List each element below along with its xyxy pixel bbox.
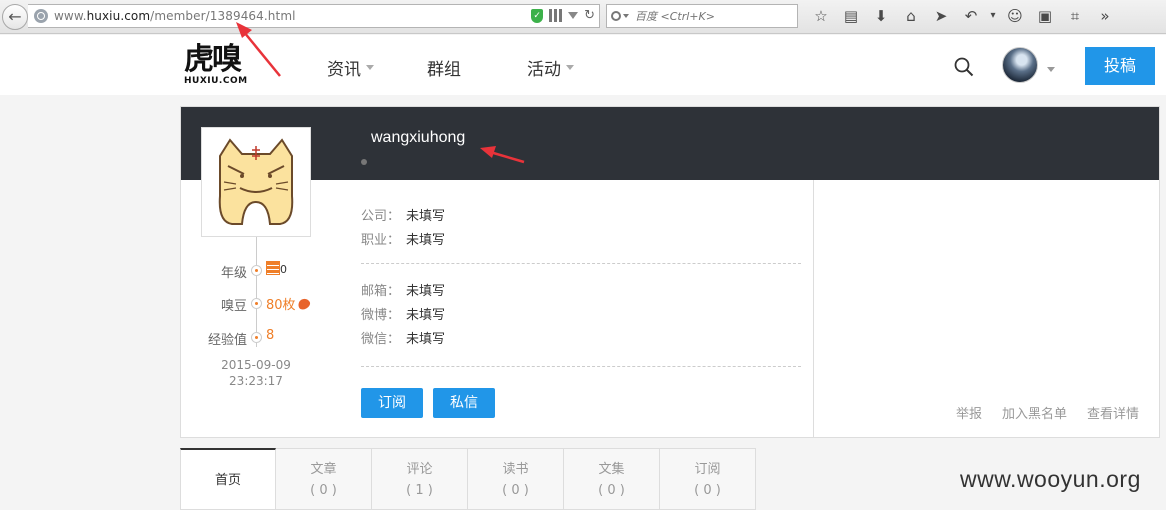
browser-search-box[interactable]: [606, 4, 798, 28]
site-logo[interactable]: 虎嗅 HUXIU.COM: [184, 42, 250, 92]
timeline-dot: [251, 298, 262, 309]
dashed-divider: [361, 263, 801, 264]
search-icon[interactable]: [954, 57, 974, 77]
main-nav: 资讯 群组 活动: [327, 55, 607, 80]
qr-code-icon[interactable]: [549, 9, 563, 22]
profile-card: wangxiuhong 年级 0 嗅豆 80枚 经验值 8 2015-09-09…: [180, 106, 1160, 438]
bean-icon: [295, 296, 312, 312]
blacklist-link[interactable]: 加入黑名单: [1002, 403, 1067, 422]
submit-article-button[interactable]: 投稿: [1085, 47, 1155, 85]
profile-banner: wangxiuhong: [181, 107, 1159, 180]
info-row-email: 邮箱： 未填写: [361, 284, 446, 299]
dashed-divider: [361, 366, 801, 367]
tab-subscriptions[interactable]: 订阅( 0 ): [660, 448, 756, 510]
back-arrow-icon[interactable]: ←: [2, 4, 28, 30]
view-details-link[interactable]: 查看详情: [1087, 403, 1139, 422]
profile-avatar: [201, 127, 311, 237]
dropdown-icon[interactable]: [568, 12, 579, 19]
stat-beans: 嗅豆 80枚: [181, 293, 341, 314]
download-icon[interactable]: ⬇: [866, 5, 896, 27]
reload-icon[interactable]: ↻: [584, 8, 595, 23]
send-icon[interactable]: ➤: [926, 5, 956, 27]
chevron-down-icon: [566, 65, 574, 70]
profile-username: wangxiuhong: [371, 129, 466, 146]
info-row-company: 公司： 未填写: [361, 209, 446, 224]
profile-info: 公司： 未填写 职业： 未填写 邮箱： 未填写 微博： 未填写 微信： 未填写: [361, 205, 801, 383]
level-icon: [266, 261, 280, 275]
site-header: 虎嗅 HUXIU.COM 资讯 群组 活动 投稿: [0, 35, 1166, 95]
info-row-wechat: 微信： 未填写: [361, 332, 446, 347]
cat-avatar-image: [210, 136, 302, 228]
shield-icon[interactable]: ✓: [531, 8, 544, 23]
browser-search-input[interactable]: [635, 9, 795, 23]
tab-reading[interactable]: 读书( 0 ): [468, 448, 564, 510]
nav-item-groups[interactable]: 群组: [427, 55, 527, 80]
timeline-dot: [251, 332, 262, 343]
reader-view-icon[interactable]: ▣: [1030, 5, 1060, 27]
engine-dropdown-icon[interactable]: [623, 14, 629, 18]
subscribe-button[interactable]: 订阅: [361, 388, 423, 418]
url-text: www.huxiu.com/member/1389464.html: [54, 9, 296, 23]
user-avatar[interactable]: [1002, 47, 1038, 83]
browser-toolbar: ← www.huxiu.com/member/1389464.html ✓ ↻ …: [0, 0, 1166, 34]
join-time: 2015-09-09 23:23:17: [221, 358, 291, 388]
timeline-dot: [251, 265, 262, 276]
watermark: www.wooyun.org: [960, 466, 1141, 492]
vertical-divider: [813, 180, 814, 438]
report-link[interactable]: 举报: [956, 403, 982, 422]
account-icon[interactable]: ☺: [1000, 5, 1030, 27]
profile-tabs: 首页 文章( 0 ) 评论( 1 ) 读书( 0 ) 文集( 0 ) 订阅( 0…: [180, 448, 756, 510]
address-bar[interactable]: www.huxiu.com/member/1389464.html ✓ ↻: [28, 4, 600, 28]
chevron-down-icon: [366, 65, 374, 70]
tab-home[interactable]: 首页: [180, 448, 276, 510]
globe-icon: [34, 9, 48, 23]
info-row-weibo: 微博： 未填写: [361, 308, 446, 323]
bookmark-star-icon[interactable]: ☆: [806, 5, 836, 27]
nav-item-events[interactable]: 活动: [527, 55, 607, 80]
menu-dropdown-icon[interactable]: ▾: [986, 5, 1000, 27]
home-icon[interactable]: ⌂: [896, 5, 926, 27]
tab-collections[interactable]: 文集( 0 ): [564, 448, 660, 510]
chevron-down-icon[interactable]: [1047, 67, 1055, 72]
stat-level: 年级 0: [220, 261, 287, 281]
tab-comments[interactable]: 评论( 1 ): [372, 448, 468, 510]
crop-icon[interactable]: ⌗: [1060, 5, 1090, 27]
nav-item-news[interactable]: 资讯: [327, 55, 427, 80]
undo-icon[interactable]: ↶: [956, 5, 986, 27]
stat-experience: 经验值 8: [207, 328, 275, 348]
reading-list-icon[interactable]: ▤: [836, 5, 866, 27]
info-row-job: 职业： 未填写: [361, 233, 446, 248]
private-message-button[interactable]: 私信: [433, 388, 495, 418]
overflow-icon[interactable]: »: [1090, 5, 1120, 27]
tab-articles[interactable]: 文章( 0 ): [276, 448, 372, 510]
search-icon: [611, 11, 621, 21]
status-dot: [361, 159, 367, 165]
